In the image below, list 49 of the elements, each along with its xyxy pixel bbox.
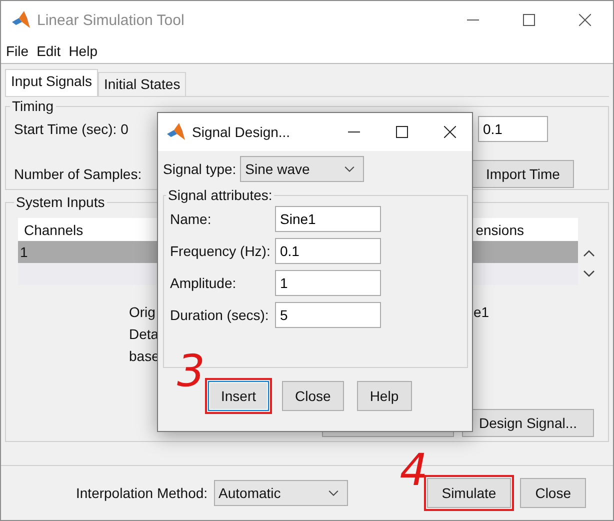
handwritten-annotation: 4 [400, 449, 428, 493]
detail-text: e1 [473, 304, 490, 320]
close-icon[interactable] [444, 126, 456, 138]
input-field[interactable]: Sine1 [275, 206, 381, 232]
field-label: Name: [170, 211, 212, 227]
tab[interactable]: Input Signals [5, 69, 98, 96]
app-logo-icon [11, 10, 31, 30]
menu-item[interactable]: Help [68, 43, 98, 59]
menu-item[interactable]: File [6, 43, 29, 59]
detail-text: Orig [129, 304, 156, 320]
close-icon[interactable] [579, 14, 591, 26]
group-title: Timing [11, 98, 54, 114]
scroll-down-icon[interactable] [583, 270, 595, 278]
samples-label: Number of Samples: [14, 166, 142, 182]
window-title: Linear Simulation Tool [37, 12, 184, 28]
field-label: Frequency (Hz): [170, 243, 272, 259]
input-field[interactable]: 5 [275, 302, 381, 328]
signal-type-dropdown[interactable]: Sine wave [240, 156, 364, 182]
design-signal-button[interactable]: Design Signal... [462, 409, 594, 437]
group-title: System Inputs [15, 194, 106, 210]
menu-item[interactable]: Edit [36, 43, 61, 59]
import-time-button[interactable]: Import Time [472, 160, 574, 188]
input-field[interactable]: 0.1 [478, 116, 548, 142]
dialog-button[interactable]: Help [356, 381, 412, 411]
detail-text: Deta [129, 326, 159, 342]
input-field[interactable]: 0.1 [275, 238, 381, 264]
field-label: Amplitude: [170, 275, 238, 291]
field-label: Duration (secs): [170, 307, 270, 323]
input-field[interactable]: 1 [275, 270, 381, 296]
chevron-down-icon [344, 166, 356, 172]
app-logo-icon [166, 122, 186, 142]
action-button[interactable]: Simulate [426, 478, 512, 508]
column-header: ensions [476, 222, 524, 238]
start-time-label: Start Time (sec): 0 [14, 121, 128, 137]
handwritten-annotation: 3 [177, 350, 205, 394]
dialog-button[interactable]: Insert [208, 381, 270, 411]
chevron-down-icon [328, 490, 339, 496]
group-title: Signal attributes: [167, 187, 274, 203]
interpolation-label: Interpolation Method: [76, 485, 208, 501]
scroll-up-icon[interactable] [583, 248, 595, 257]
maximize-icon[interactable] [396, 126, 408, 138]
dialog-title: Signal Design... [192, 124, 290, 140]
interpolation-dropdown[interactable]: Automatic [214, 480, 348, 506]
dialog-button[interactable]: Close [282, 381, 344, 411]
column-header: Channels [23, 222, 84, 238]
tab[interactable]: Initial States [98, 72, 186, 96]
action-button[interactable]: Close [520, 478, 586, 508]
maximize-icon[interactable] [523, 14, 535, 26]
signal-type-label: Signal type: [163, 161, 236, 177]
